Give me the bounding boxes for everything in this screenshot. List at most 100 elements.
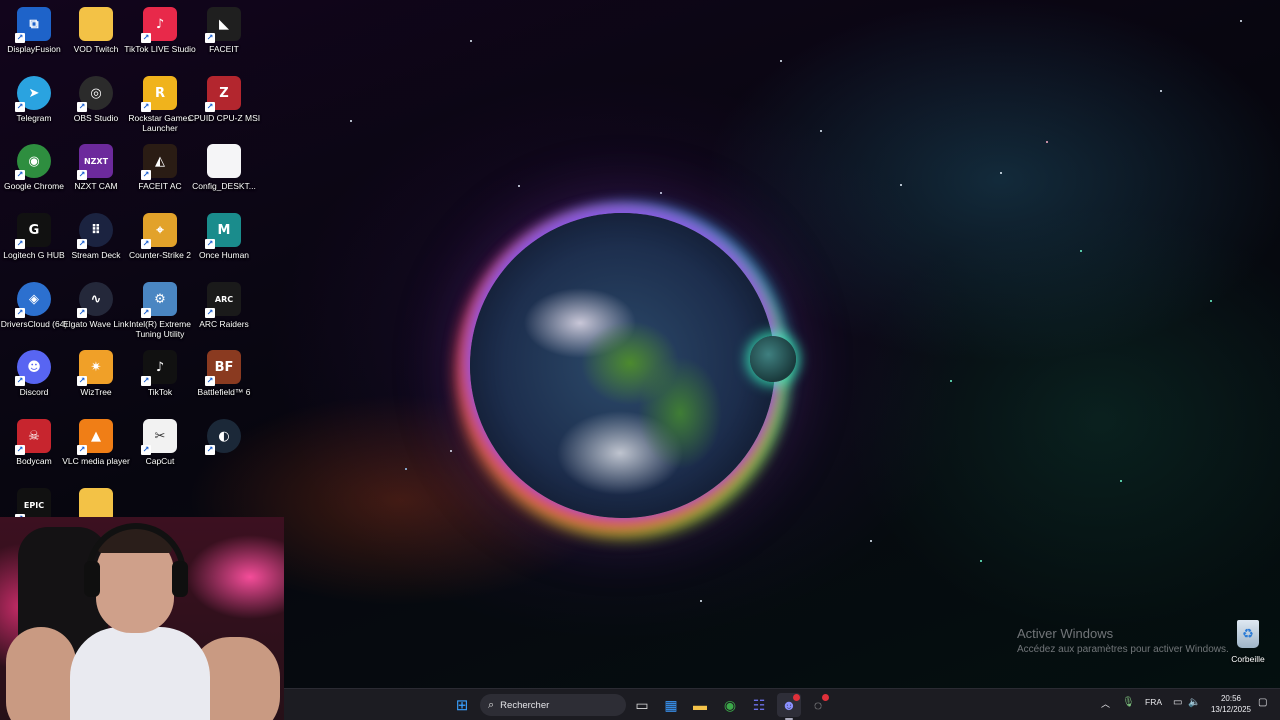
shortcut-arrow-icon: ↗ bbox=[141, 102, 151, 112]
desktop-shortcut-label: Config_DESKT... bbox=[192, 181, 256, 191]
chrome-icon: ◉ bbox=[723, 696, 737, 713]
desktop-shortcut-label: Once Human bbox=[198, 250, 250, 260]
wiztree-icon: ✷ ↗ bbox=[77, 350, 113, 386]
desktop-shortcut[interactable]: BF ↗ Battlefield™ 6 bbox=[191, 346, 257, 412]
volume-icon[interactable]: 🔈 bbox=[1188, 697, 1200, 708]
battlefield-6-icon: BF ↗ bbox=[205, 350, 241, 386]
desktop-shortcut-label: Elgato Wave Link bbox=[63, 319, 129, 329]
desktop-shortcut[interactable]: ◎ ↗ OBS Studio bbox=[63, 72, 129, 138]
desktop-shortcut-label: OBS Studio bbox=[73, 113, 119, 123]
rockstar-games-icon: R ↗ bbox=[141, 76, 177, 112]
shortcut-arrow-icon: ↗ bbox=[141, 376, 151, 386]
shortcut-arrow-icon: ↗ bbox=[15, 445, 25, 455]
desktop-shortcut-label: Stream Deck bbox=[71, 250, 121, 260]
shortcut-arrow-icon: ↗ bbox=[141, 170, 151, 180]
notification-center-icon[interactable]: ▢ bbox=[1258, 697, 1267, 708]
logitech-g-hub-icon: G ↗ bbox=[15, 213, 51, 249]
shortcut-arrow-icon: ↗ bbox=[205, 308, 215, 318]
desktop-shortcut[interactable]: ➤ ↗ Telegram bbox=[1, 72, 67, 138]
app-taskbar-button[interactable]: ◌ bbox=[806, 693, 830, 717]
activation-subtitle: Accédez aux paramètres pour activer Wind… bbox=[1017, 644, 1229, 655]
desktop-shortcut[interactable]: R ↗ Rockstar Games Launcher bbox=[127, 72, 193, 138]
desktop-shortcut[interactable]: ♪ ↗ TikTok bbox=[127, 346, 193, 412]
clock-time: 20:56 bbox=[1220, 694, 1242, 703]
displayfusion-icon: ⧉ ↗ bbox=[15, 7, 51, 43]
desktop-shortcut-label: Rockstar Games Launcher bbox=[128, 113, 192, 133]
desktop-shortcut-label: CapCut bbox=[145, 456, 175, 466]
desktop-shortcut[interactable]: ARC ↗ ARC Raiders bbox=[191, 278, 257, 344]
shortcut-arrow-icon: ↗ bbox=[15, 102, 25, 112]
desktop-shortcut[interactable]: ✂ ↗ CapCut bbox=[127, 415, 193, 481]
desktop-shortcut[interactable]: ◭ ↗ FACEIT AC bbox=[127, 140, 193, 206]
recycle-bin-shortcut[interactable]: ♻ Corbeille bbox=[1222, 620, 1274, 674]
start-button[interactable]: ⊞ bbox=[450, 693, 474, 717]
desktop-shortcut[interactable]: ☻ ↗ Discord bbox=[1, 346, 67, 412]
shortcut-arrow-icon: ↗ bbox=[205, 376, 215, 386]
discord-taskbar-button[interactable]: ☻ bbox=[777, 693, 801, 720]
search-placeholder: Rechercher bbox=[500, 699, 550, 711]
shortcut-arrow-icon: ↗ bbox=[141, 445, 151, 455]
desktop-shortcut[interactable]: ✷ ↗ WizTree bbox=[63, 346, 129, 412]
desktop-shortcut[interactable]: ◈ ↗ DriversCloud (64) bbox=[1, 278, 67, 344]
desktop-shortcut-label: NZXT CAM bbox=[74, 181, 118, 191]
desktop-shortcut[interactable]: ⠿ ↗ Stream Deck bbox=[63, 209, 129, 275]
desktop-shortcut[interactable]: ◣ ↗ FACEIT bbox=[191, 3, 257, 69]
once-human-icon: M ↗ bbox=[205, 213, 241, 249]
desktop-shortcut[interactable]: Config_DESKT... bbox=[191, 140, 257, 206]
desktop-shortcut[interactable]: Z ↗ CPUID CPU-Z MSI bbox=[188, 72, 260, 138]
notification-badge bbox=[793, 694, 800, 701]
desktop-shortcut-label: Intel(R) Extreme Tuning Utility bbox=[129, 319, 191, 339]
desktop-shortcut[interactable]: G ↗ Logitech G HUB bbox=[1, 209, 67, 275]
shortcut-arrow-icon: ↗ bbox=[141, 239, 151, 249]
headset-icon bbox=[86, 523, 186, 593]
desktop-shortcut[interactable]: ⌖ ↗ Counter-Strike 2 bbox=[127, 209, 193, 275]
desktop-shortcut-label: TikTok bbox=[147, 387, 173, 397]
chrome-button[interactable]: ◉ bbox=[718, 693, 742, 717]
faceit-ac-icon: ◭ ↗ bbox=[141, 144, 177, 180]
counter-strike-2-icon: ⌖ ↗ bbox=[141, 213, 177, 249]
desktop-shortcut[interactable]: ☠ ↗ Bodycam bbox=[1, 415, 67, 481]
desktop-shortcut[interactable]: ♪ ↗ TikTok LIVE Studio bbox=[124, 3, 196, 69]
folder-icon: ▬ bbox=[693, 697, 707, 713]
show-hidden-icons-chevron-icon[interactable]: ︿ bbox=[1101, 697, 1110, 710]
tiktok-icon: ♪ ↗ bbox=[141, 350, 177, 386]
shortcut-arrow-icon: ↗ bbox=[15, 170, 25, 180]
teams-button[interactable]: ☷ bbox=[747, 693, 771, 717]
earth-planet-image bbox=[470, 213, 775, 518]
obs-studio-icon: ◎ ↗ bbox=[77, 76, 113, 112]
desktop-shortcut[interactable]: M ↗ Once Human bbox=[191, 209, 257, 275]
arc-raiders-icon: ARC ↗ bbox=[205, 282, 241, 318]
recycle-bin-label: Corbeille bbox=[1231, 654, 1265, 664]
desktop-shortcut[interactable]: ◐ ↗ bbox=[191, 415, 257, 481]
language-indicator[interactable]: FRA bbox=[1145, 697, 1162, 707]
desktop-shortcut[interactable]: ⧉ ↗ DisplayFusion bbox=[1, 3, 67, 69]
desktop-shortcut[interactable]: VOD Twitch bbox=[63, 3, 129, 69]
desktop-shortcut[interactable]: ∿ ↗ Elgato Wave Link bbox=[63, 278, 129, 344]
task-view-button[interactable]: ▭ bbox=[630, 693, 654, 717]
clock[interactable]: 20:56 13/12/2025 bbox=[1210, 693, 1252, 715]
elgato-wave-link-icon: ∿ ↗ bbox=[77, 282, 113, 318]
tiktok-live-studio-icon: ♪ ↗ bbox=[141, 7, 177, 43]
task-view-icon: ▭ bbox=[635, 696, 649, 713]
search-icon: ⌕ bbox=[488, 698, 495, 711]
shortcut-arrow-icon: ↗ bbox=[77, 239, 87, 249]
discord-icon: ☻ ↗ bbox=[15, 350, 51, 386]
bodycam-icon: ☠ ↗ bbox=[15, 419, 51, 455]
steam-icon: ◐ ↗ bbox=[205, 419, 241, 455]
folder-icon bbox=[79, 7, 113, 41]
file-explorer-button[interactable]: ▬ bbox=[688, 693, 712, 717]
desktop-shortcut-label: FACEIT AC bbox=[138, 181, 182, 191]
intel-xtu-icon: ⚙ ↗ bbox=[141, 282, 177, 318]
microsoft-store-button[interactable]: ▦ bbox=[659, 693, 683, 717]
desktop-shortcut[interactable]: ◉ ↗ Google Chrome bbox=[1, 140, 67, 206]
search-input[interactable]: ⌕ Rechercher bbox=[480, 694, 626, 716]
desktop-shortcut[interactable]: NZXT ↗ NZXT CAM bbox=[63, 140, 129, 206]
desktop-shortcut[interactable]: ▲ ↗ VLC media player bbox=[62, 415, 130, 481]
recycle-bin-icon: ♻ bbox=[1237, 620, 1259, 648]
desktop-shortcut[interactable]: ⚙ ↗ Intel(R) Extreme Tuning Utility bbox=[127, 278, 193, 344]
network-icon[interactable]: ▭ bbox=[1173, 697, 1182, 708]
desktop-shortcut-label: Battlefield™ 6 bbox=[197, 387, 251, 397]
desktop-shortcut-label: VLC media player bbox=[62, 456, 130, 466]
microphone-icon[interactable]: 🎙 bbox=[1122, 697, 1135, 708]
shortcut-arrow-icon: ↗ bbox=[205, 33, 215, 43]
